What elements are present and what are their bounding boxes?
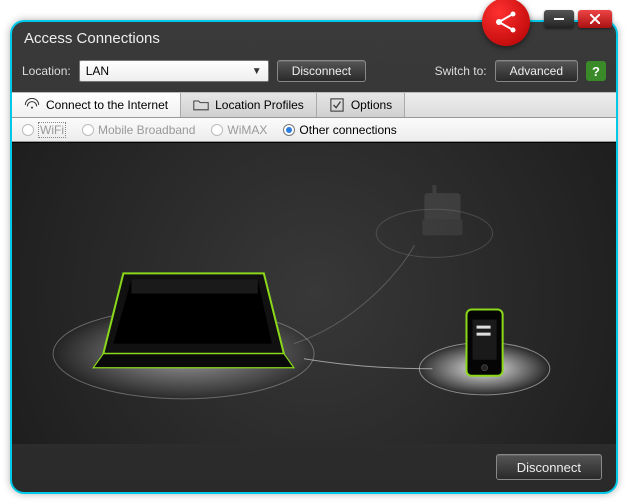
location-value: LAN [86,64,109,78]
radio-other-connections[interactable]: Other connections [283,123,396,137]
radio-icon [22,124,34,136]
main-window: Access Connections Location: LAN ▼ Disco… [10,20,618,494]
network-diagram-svg [12,143,616,444]
close-icon [590,14,600,24]
radio-icon [82,124,94,136]
laptop-device-icon [93,273,294,367]
minimize-icon [554,18,564,20]
location-label: Location: [22,64,71,78]
radio-icon [211,124,223,136]
disconnect-button[interactable]: Disconnect [277,60,366,82]
phone-device-icon [467,310,503,376]
tab-options[interactable]: Options [317,93,405,117]
signal-icon [24,98,40,112]
radio-icon [283,124,295,136]
switch-to-label: Switch to: [435,64,487,78]
chevron-down-icon: ▼ [252,66,262,77]
advanced-button[interactable]: Advanced [495,60,578,82]
share-icon [491,7,521,37]
radio-wifi[interactable]: WiFi [22,122,66,138]
tab-bar: Connect to the Internet Location Profile… [12,92,616,118]
network-share-badge [482,0,530,46]
close-button[interactable] [578,10,612,28]
help-icon: ? [592,64,600,79]
folder-icon [193,98,209,112]
footer-disconnect-button[interactable]: Disconnect [496,454,602,480]
tab-location-profiles[interactable]: Location Profiles [181,93,317,117]
router-device-icon [422,185,462,235]
tab-connect-internet[interactable]: Connect to the Internet [12,93,181,117]
location-select[interactable]: LAN ▼ [79,60,269,82]
minimize-button[interactable] [544,10,574,28]
radio-wimax[interactable]: WiMAX [211,123,267,137]
network-diagram [12,142,616,444]
window-title: Access Connections [24,30,160,47]
footer: Disconnect [12,444,616,490]
help-button[interactable]: ? [586,61,606,81]
radio-mobile-broadband[interactable]: Mobile Broadband [82,123,195,137]
connection-type-radios: WiFi Mobile Broadband WiMAX Other connec… [12,118,616,142]
checkbox-icon [329,98,345,112]
toolbar: Location: LAN ▼ Disconnect Switch to: Ad… [12,54,616,92]
